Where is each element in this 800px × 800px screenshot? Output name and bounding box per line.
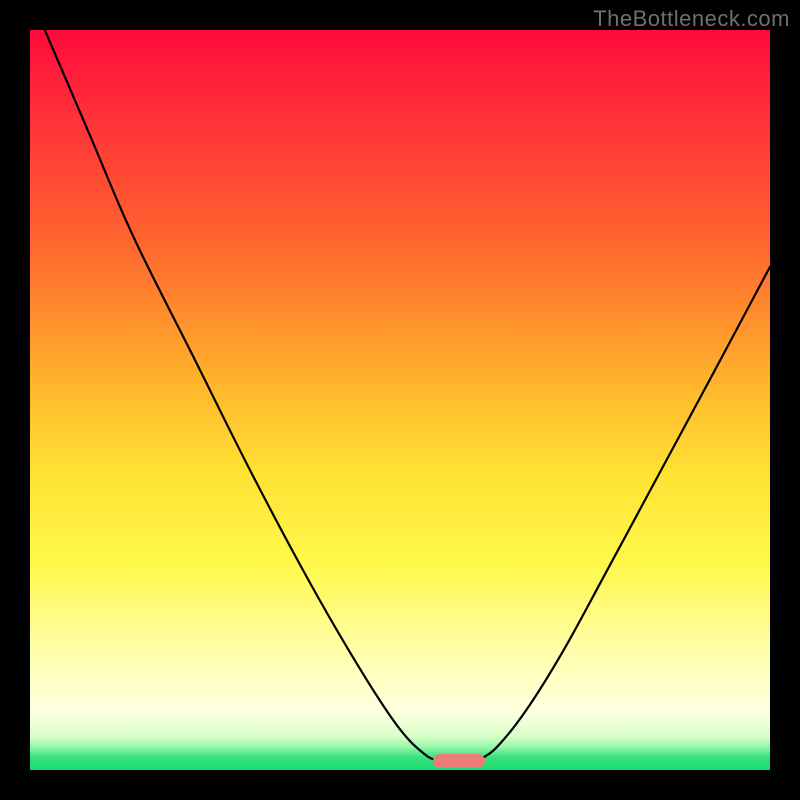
curve-svg (30, 30, 770, 770)
curve-right-branch (478, 267, 770, 761)
curve-left-branch (45, 30, 439, 760)
watermark-text: TheBottleneck.com (593, 6, 790, 32)
chart-frame: TheBottleneck.com (0, 0, 800, 800)
plot-area (30, 30, 770, 770)
minimum-marker (433, 754, 485, 768)
